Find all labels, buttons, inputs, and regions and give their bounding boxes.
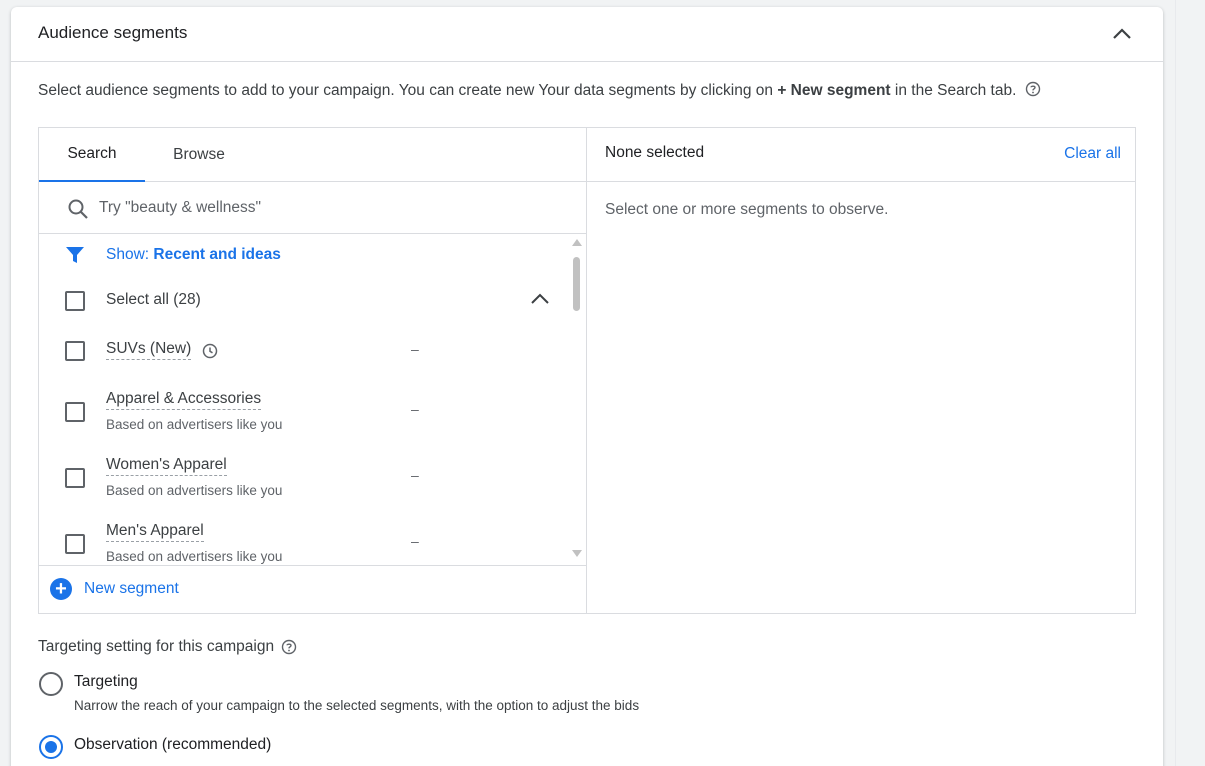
select-all-row: Select all (28) <box>39 281 569 321</box>
scroll-up-icon[interactable] <box>571 237 583 247</box>
segment-value: – <box>411 467 419 483</box>
select-all-label: Select all (28) <box>106 291 201 308</box>
filter-value: Recent and ideas <box>153 246 281 263</box>
filter-row[interactable]: Show: Recent and ideas <box>39 235 569 275</box>
search-bar <box>39 182 587 234</box>
targeting-option-label: Targeting <box>74 673 138 690</box>
segment-name[interactable]: SUVs (New) <box>106 340 192 360</box>
targeting-setting-title: Targeting setting for this campaign <box>38 638 297 656</box>
segment-name[interactable]: Apparel & Accessories <box>106 390 262 410</box>
segment-value: – <box>411 533 419 549</box>
filter-label[interactable]: Show: Recent and ideas <box>106 246 281 264</box>
segment-picker: Search Browse Show: Recent and ideas Sel… <box>38 127 1136 614</box>
selected-segments-pane: None selected Clear all Select one or mo… <box>587 128 1135 613</box>
segment-subtitle: Based on advertisers like you <box>106 549 283 564</box>
segment-subtitle: Based on advertisers like you <box>106 417 283 432</box>
filter-prefix: Show: <box>106 246 154 263</box>
clear-all-button[interactable]: Clear all <box>1064 145 1121 163</box>
list-item: Apparel & Accessories Based on advertiser… <box>39 381 569 443</box>
segment-list: Show: Recent and ideas Select all (28) S… <box>39 235 587 565</box>
help-icon[interactable] <box>1025 81 1041 97</box>
card-title: Audience segments <box>38 23 188 42</box>
new-segment-label: New segment <box>84 580 179 597</box>
targeting-option-description: Narrow the reach of your campaign to the… <box>74 698 640 713</box>
segment-name[interactable]: Women's Apparel <box>106 456 227 476</box>
search-icon <box>68 199 88 219</box>
audience-segments-card: Audience segments Select audience segmen… <box>11 7 1163 766</box>
tab-search[interactable]: Search <box>39 128 145 182</box>
new-segment-button[interactable]: + New segment <box>50 578 179 600</box>
segment-name[interactable]: Men's Apparel <box>106 522 204 542</box>
search-input[interactable] <box>99 196 559 220</box>
description-text: Select audience segments to add to your … <box>38 82 778 99</box>
description-text-end: in the Search tab. <box>890 82 1017 99</box>
segment-search-pane: Search Browse Show: Recent and ideas Sel… <box>39 128 587 613</box>
description-new-segment: + New segment <box>777 82 891 99</box>
scrollbar-thumb[interactable] <box>573 257 580 311</box>
card-description: Select audience segments to add to your … <box>38 81 1041 100</box>
scroll-down-icon[interactable] <box>571 549 583 559</box>
targeting-radio[interactable] <box>39 672 63 696</box>
card-header: Audience segments <box>11 7 1163 62</box>
list-item: Women's Apparel Based on advertisers like… <box>39 447 569 509</box>
plus-icon: + <box>50 578 72 600</box>
observation-radio[interactable] <box>39 735 63 759</box>
filter-icon <box>66 247 84 263</box>
chevron-up-icon <box>1113 28 1131 39</box>
select-all-checkbox[interactable] <box>65 291 85 311</box>
list-item: Men's Apparel Based on advertisers like y… <box>39 513 569 565</box>
collapse-button[interactable] <box>1108 20 1136 48</box>
new-segment-bar: + New segment <box>39 565 587 613</box>
segment-checkbox[interactable] <box>65 468 85 488</box>
list-item: SUVs (New) – <box>39 331 569 371</box>
segment-checkbox[interactable] <box>65 341 85 361</box>
tab-browse[interactable]: Browse <box>161 128 237 182</box>
list-scrollbar[interactable] <box>569 235 585 565</box>
segment-value: – <box>411 341 419 357</box>
empty-selection-text: Select one or more segments to observe. <box>605 201 889 218</box>
tab-bar: Search Browse <box>39 128 587 182</box>
selection-status: None selected <box>605 144 705 161</box>
clock-icon <box>202 343 218 359</box>
page-right-margin <box>1175 0 1205 766</box>
segment-subtitle: Based on advertisers like you <box>106 483 283 498</box>
segment-checkbox[interactable] <box>65 534 85 554</box>
help-icon[interactable] <box>281 639 297 655</box>
observation-option-label: Observation (recommended) <box>74 736 272 753</box>
segment-value: – <box>411 401 419 417</box>
selected-header: None selected Clear all <box>587 128 1135 182</box>
chevron-up-icon[interactable] <box>529 291 551 307</box>
targeting-title-text: Targeting setting for this campaign <box>38 638 275 655</box>
segment-checkbox[interactable] <box>65 402 85 422</box>
